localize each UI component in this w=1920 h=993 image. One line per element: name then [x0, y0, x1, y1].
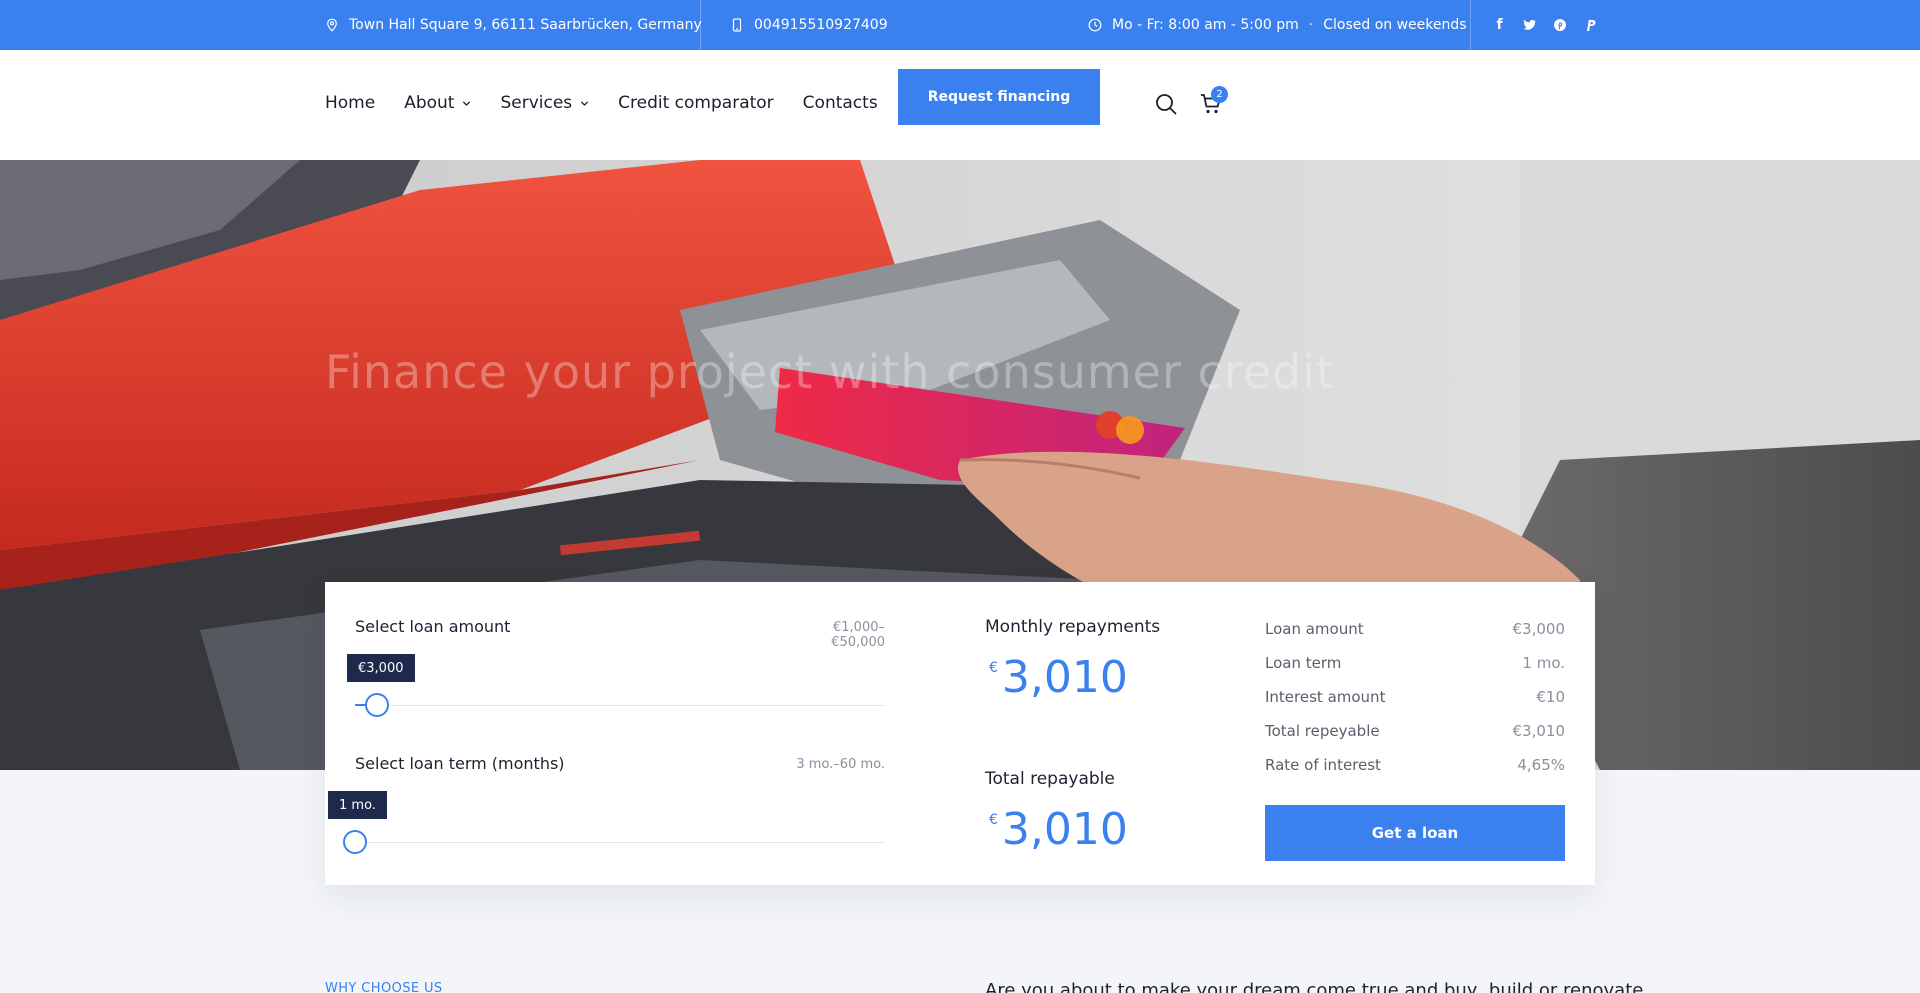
phone-info[interactable]: 004915510927409 — [730, 0, 888, 50]
nav-item-credit-comparator[interactable]: Credit comparator — [618, 93, 774, 113]
top-info-bar: Town Hall Square 9, 66111 Saarbrücken, G… — [0, 0, 1920, 50]
summary-row: Loan amount €3,000 — [1265, 612, 1565, 646]
summary-row: Loan term 1 mo. — [1265, 646, 1565, 680]
address-text: Town Hall Square 9, 66111 Saarbrücken, G… — [349, 17, 702, 33]
summary-value: €3,010 — [1512, 722, 1566, 740]
nav-label: Home — [325, 93, 376, 113]
section-eyebrow: WHY CHOOSE US — [325, 981, 443, 993]
chevron-down-icon — [580, 99, 589, 108]
cart-count-badge: 2 — [1211, 86, 1228, 103]
loan-summary: Loan amount €3,000 Loan term 1 mo. Interes… — [1265, 612, 1565, 782]
phone-icon — [730, 18, 744, 32]
summary-value: 4,65% — [1517, 756, 1565, 774]
total-repayable-label: Total repayable — [985, 769, 1115, 789]
address-info: Town Hall Square 9, 66111 Saarbrücken, G… — [325, 0, 702, 50]
divider — [1470, 0, 1471, 50]
loan-amount-range: €1,000–€50,000 — [831, 620, 885, 650]
get-loan-button[interactable]: Get a loan — [1265, 805, 1565, 861]
divider — [700, 0, 701, 50]
nav-item-home[interactable]: Home — [325, 93, 375, 113]
hours-info: Mo - Fr: 8:00 am - 5:00 pm · Closed on w… — [1088, 0, 1467, 50]
chevron-down-icon — [462, 99, 471, 108]
loan-term-range: 3 mo.–60 mo. — [796, 757, 885, 772]
nav-label: Credit comparator — [618, 93, 774, 113]
summary-label: Loan term — [1265, 654, 1342, 672]
total-repayable-value: € 3,010 — [989, 804, 1128, 855]
social-links: f — [1490, 0, 1599, 50]
summary-row: Rate of interest 4,65% — [1265, 748, 1565, 782]
nav-item-contacts[interactable]: Contacts — [803, 93, 878, 113]
monthly-amount: 3,010 — [1001, 652, 1128, 703]
phone-text[interactable]: 004915510927409 — [754, 17, 888, 33]
twitter-icon[interactable] — [1520, 16, 1539, 35]
total-amount: 3,010 — [1001, 804, 1128, 855]
summary-value: €3,000 — [1512, 620, 1566, 638]
summary-label: Loan amount — [1265, 620, 1364, 638]
nav-label: About — [404, 93, 455, 113]
paypal-icon[interactable] — [1580, 16, 1599, 35]
loan-term-track[interactable] — [355, 842, 885, 843]
currency-symbol: € — [989, 812, 998, 828]
monthly-repayments-value: € 3,010 — [989, 652, 1128, 703]
hours-separator: · — [1308, 17, 1314, 33]
loan-amount-track[interactable] — [355, 705, 885, 706]
closed-text: Closed on weekends — [1323, 17, 1467, 33]
loan-term-slider-handle[interactable] — [343, 830, 367, 854]
clock-icon — [1088, 18, 1102, 32]
nav-menu: Home About Services Credit comparator Co… — [325, 50, 878, 156]
nav-label: Services — [500, 93, 573, 113]
loan-term-title: Select loan term (months) — [355, 754, 565, 773]
summary-row: Total repeyable €3,010 — [1265, 714, 1565, 748]
main-navbar: Home About Services Credit comparator Co… — [0, 50, 1920, 160]
summary-value: €10 — [1536, 688, 1565, 706]
nav-label: Contacts — [802, 93, 878, 113]
section-intro-text: Are you about to make your dream come tr… — [985, 980, 1644, 993]
loan-amount-slider-handle[interactable] — [364, 693, 389, 717]
search-icon[interactable] — [1154, 92, 1178, 116]
request-financing-button[interactable]: Request financing — [898, 69, 1100, 125]
summary-label: Total repeyable — [1265, 722, 1380, 740]
loan-amount-tooltip: €3,000 — [347, 654, 415, 682]
summary-value: 1 mo. — [1522, 654, 1565, 672]
loan-calculator: Select loan amount €1,000–€50,000 €3,000… — [325, 582, 1595, 885]
summary-row: Interest amount €10 — [1265, 680, 1565, 714]
loan-amount-title: Select loan amount — [355, 617, 511, 636]
currency-symbol: € — [989, 660, 998, 676]
hours-text: Mo - Fr: 8:00 am - 5:00 pm — [1112, 17, 1299, 33]
nav-item-about[interactable]: About — [404, 93, 471, 113]
summary-label: Rate of interest — [1265, 756, 1381, 774]
nav-item-services[interactable]: Services — [500, 93, 589, 113]
location-pin-icon — [325, 18, 339, 32]
monthly-repayments-label: Monthly repayments — [985, 617, 1161, 637]
hero-title: Finance your project with consumer credi… — [325, 345, 1336, 399]
facebook-icon[interactable]: f — [1490, 16, 1509, 35]
loan-term-tooltip: 1 mo. — [328, 791, 387, 819]
summary-label: Interest amount — [1265, 688, 1386, 706]
pinterest-icon[interactable] — [1550, 16, 1569, 35]
